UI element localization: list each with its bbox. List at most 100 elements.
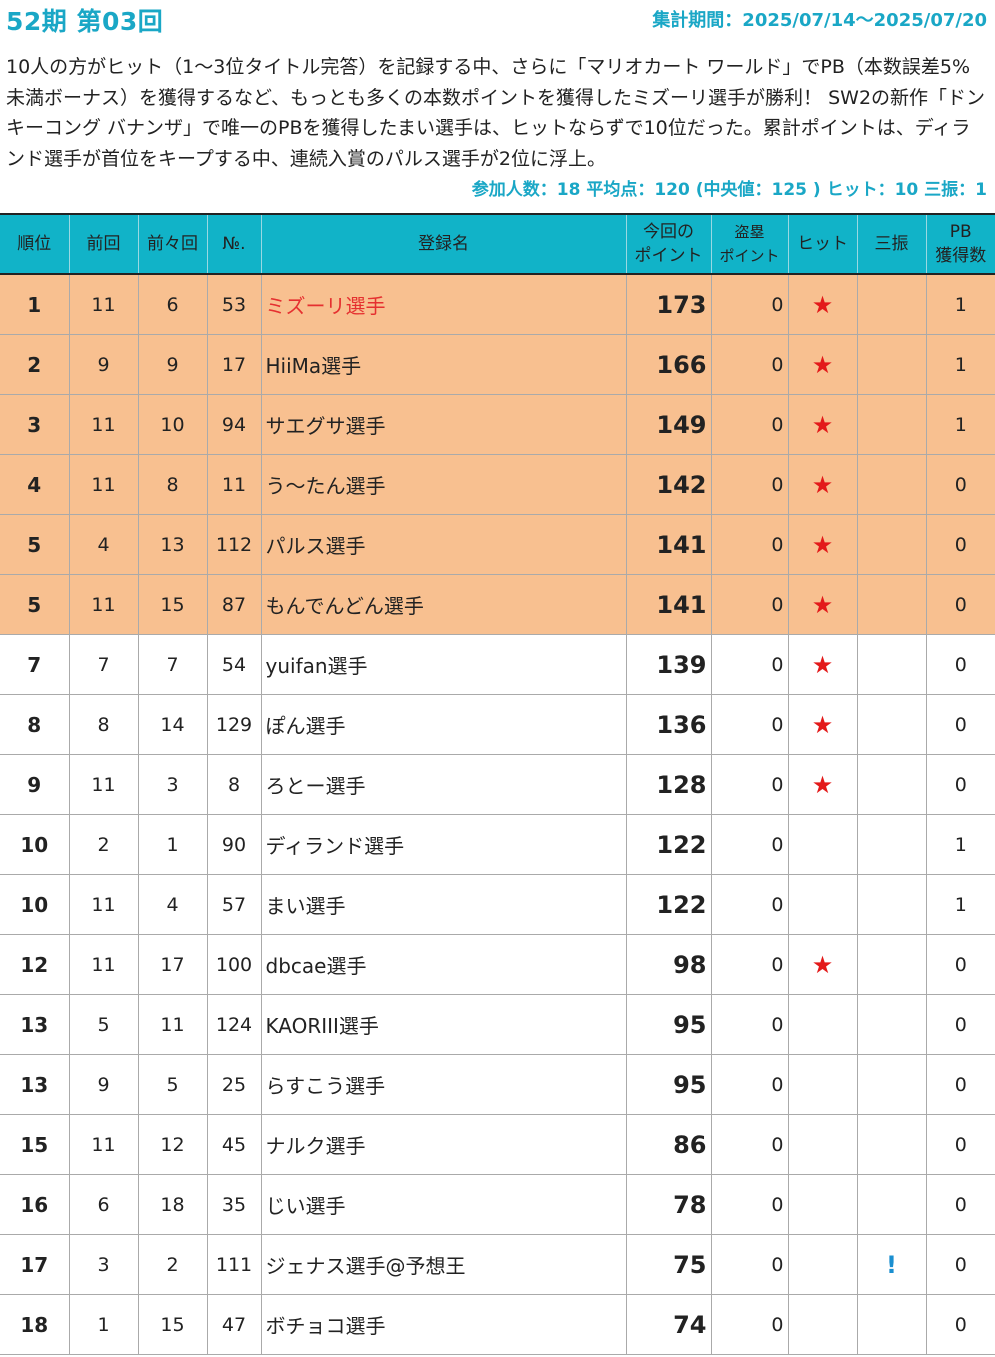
- hit-star-icon: [788, 1294, 858, 1355]
- page-header: 52期 第03回 集計期間：2025/07/14～2025/07/20: [0, 0, 995, 40]
- rank-cell: 18: [0, 1294, 70, 1355]
- points-header-line1: 今回の: [643, 222, 694, 242]
- table-header-row: 順位 前回 前々回 №. 登録名 今回の ポイント 盗塁 ポイント ヒット 三振 P…: [0, 213, 995, 275]
- rank-cell: 1: [0, 274, 70, 335]
- prev-rank-cell: 7: [69, 634, 139, 695]
- pb-count-cell: 0: [926, 574, 995, 635]
- strikeout-mark-icon: [857, 634, 927, 695]
- strikeout-mark-icon: [857, 1054, 927, 1115]
- steal-points-cell: 0: [711, 454, 789, 515]
- points-cell: 78: [626, 1174, 712, 1235]
- hit-star-icon: ★: [788, 634, 858, 695]
- entry-number-cell: 100: [207, 934, 262, 995]
- points-cell: 139: [626, 634, 712, 695]
- prev-rank-cell: 11: [69, 754, 139, 815]
- rank-cell: 12: [0, 934, 70, 995]
- points-cell: 95: [626, 994, 712, 1055]
- steal-points-cell: 0: [711, 994, 789, 1055]
- player-name-cell: ボチョコ選手: [261, 1294, 627, 1355]
- prev-rank-cell: 2: [69, 814, 139, 875]
- prev2-rank-cell: 15: [138, 1294, 208, 1355]
- points-cell: 141: [626, 574, 712, 635]
- hit-star-icon: ★: [788, 514, 858, 575]
- hit-star-icon: [788, 1054, 858, 1115]
- hit-star-icon: [788, 814, 858, 875]
- table-row: 10 2 1 90 ディランド選手 122 0 1: [0, 814, 995, 875]
- entry-number-cell: 129: [207, 694, 262, 755]
- table-row: 13 9 5 25 らすこう選手 95 0 0: [0, 1054, 995, 1115]
- steal-points-cell: 0: [711, 634, 789, 695]
- steal-points-cell: 0: [711, 814, 789, 875]
- strikeout-mark-icon: [857, 994, 927, 1055]
- points-cell: 86: [626, 1114, 712, 1175]
- points-cell: 98: [626, 934, 712, 995]
- aggregation-period: 集計期間：2025/07/14～2025/07/20: [652, 10, 987, 31]
- player-name-cell: ナルク選手: [261, 1114, 627, 1175]
- steal-header-line2: ポイント: [719, 247, 780, 265]
- hit-star-icon: ★: [788, 934, 858, 995]
- hit-star-icon: ★: [788, 574, 858, 635]
- table-row: 5 4 13 112 パルス選手 141 0 ★ 0: [0, 514, 995, 575]
- table-row: 10 11 4 57 まい選手 122 0 1: [0, 874, 995, 935]
- steal-points-cell: 0: [711, 934, 789, 995]
- points-cell: 75: [626, 1234, 712, 1295]
- prev2-rank-cell: 1: [138, 814, 208, 875]
- pb-count-cell: 0: [926, 934, 995, 995]
- col-hit-header: ヒット: [788, 213, 858, 275]
- entry-number-cell: 25: [207, 1054, 262, 1115]
- pb-count-cell: 0: [926, 1234, 995, 1295]
- points-cell: 136: [626, 694, 712, 755]
- rank-cell: 13: [0, 994, 70, 1055]
- hit-star-icon: ★: [788, 334, 858, 395]
- prev2-rank-cell: 10: [138, 394, 208, 455]
- pb-count-cell: 0: [926, 1114, 995, 1175]
- steal-points-cell: 0: [711, 1054, 789, 1115]
- strikeout-mark-icon: [857, 334, 927, 395]
- prev-rank-cell: 9: [69, 1054, 139, 1115]
- hit-star-icon: [788, 1234, 858, 1295]
- steal-points-cell: 0: [711, 334, 789, 395]
- prev-rank-cell: 6: [69, 1174, 139, 1235]
- steal-points-cell: 0: [711, 1294, 789, 1355]
- pb-header-line2: 獲得数: [935, 246, 987, 266]
- prev-rank-cell: 11: [69, 874, 139, 935]
- prev-rank-cell: 11: [69, 454, 139, 515]
- pb-count-cell: 0: [926, 634, 995, 695]
- player-name-cell: yuifan選手: [261, 634, 627, 695]
- points-cell: 128: [626, 754, 712, 815]
- prev-rank-cell: 1: [69, 1294, 139, 1355]
- steal-points-cell: 0: [711, 274, 789, 335]
- points-cell: 141: [626, 514, 712, 575]
- player-name-cell: う～たん選手: [261, 454, 627, 515]
- strikeout-mark-icon: [857, 754, 927, 815]
- rank-cell: 9: [0, 754, 70, 815]
- strikeout-mark-icon: [857, 454, 927, 515]
- entry-number-cell: 54: [207, 634, 262, 695]
- rank-cell: 5: [0, 574, 70, 635]
- pb-count-cell: 1: [926, 814, 995, 875]
- points-cell: 122: [626, 874, 712, 935]
- col-prev2-header: 前々回: [138, 213, 208, 275]
- prev-rank-cell: 5: [69, 994, 139, 1055]
- hit-star-icon: [788, 1174, 858, 1235]
- hit-star-icon: [788, 994, 858, 1055]
- player-name-cell: HiiMa選手: [261, 334, 627, 395]
- prev2-rank-cell: 15: [138, 574, 208, 635]
- entry-number-cell: 94: [207, 394, 262, 455]
- rank-cell: 10: [0, 874, 70, 935]
- pb-count-cell: 1: [926, 274, 995, 335]
- col-no-header: №.: [207, 213, 262, 275]
- pb-count-cell: 0: [926, 454, 995, 515]
- prev2-rank-cell: 9: [138, 334, 208, 395]
- hit-star-icon: [788, 874, 858, 935]
- pb-count-cell: 0: [926, 754, 995, 815]
- points-cell: 149: [626, 394, 712, 455]
- col-pb-header: PB 獲得数: [926, 213, 995, 275]
- strikeout-mark-icon: [857, 274, 927, 335]
- prev2-rank-cell: 4: [138, 874, 208, 935]
- points-header-line2: ポイント: [634, 246, 703, 266]
- hit-star-icon: ★: [788, 754, 858, 815]
- entry-number-cell: 11: [207, 454, 262, 515]
- player-name-cell: ミズーリ選手: [261, 274, 627, 335]
- rank-cell: 16: [0, 1174, 70, 1235]
